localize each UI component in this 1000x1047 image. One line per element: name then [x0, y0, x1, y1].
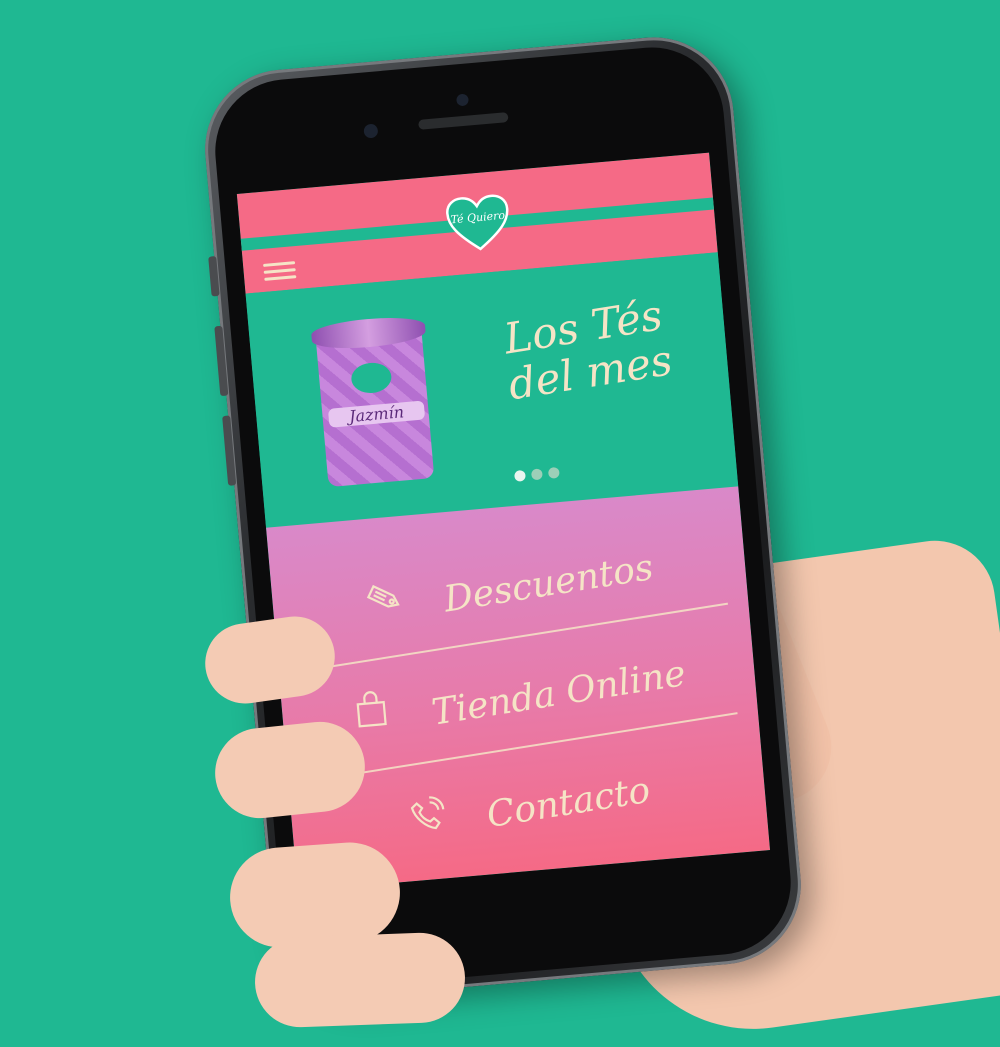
- hand-finger: [253, 931, 467, 1029]
- shopping-bag-icon: [356, 691, 387, 728]
- scene: Té Quiero Jazmín Los Tés del mes Descuen…: [0, 0, 1000, 1047]
- main-menu: Descuentos Tienda Online Contacto: [266, 486, 771, 892]
- tea-tin-image: Jazmín: [310, 314, 438, 493]
- tin-logo-badge: [350, 361, 393, 395]
- hero-headline: Los Tés del mes: [456, 285, 717, 415]
- carousel-dot-3[interactable]: [547, 466, 560, 479]
- tin-product-label: Jazmín: [327, 400, 426, 428]
- phone-icon: [410, 796, 445, 830]
- hero-carousel[interactable]: Jazmín Los Tés del mes: [245, 252, 739, 528]
- hamburger-line: [263, 268, 296, 274]
- tin-body: Jazmín: [315, 328, 435, 488]
- brand-logo[interactable]: Té Quiero: [444, 192, 513, 253]
- carousel-dot-2[interactable]: [530, 468, 543, 481]
- hamburger-line: [263, 261, 296, 267]
- menu-item-label: Descuentos: [441, 546, 657, 621]
- hamburger-menu-button[interactable]: [263, 257, 297, 284]
- menu-item-label: Tienda Online: [428, 652, 689, 734]
- carousel-dot-1[interactable]: [514, 469, 526, 482]
- hamburger-line: [264, 275, 297, 281]
- tag-icon: [367, 584, 401, 608]
- menu-item-label: Contacto: [483, 769, 653, 836]
- carousel-pagination: [514, 466, 560, 482]
